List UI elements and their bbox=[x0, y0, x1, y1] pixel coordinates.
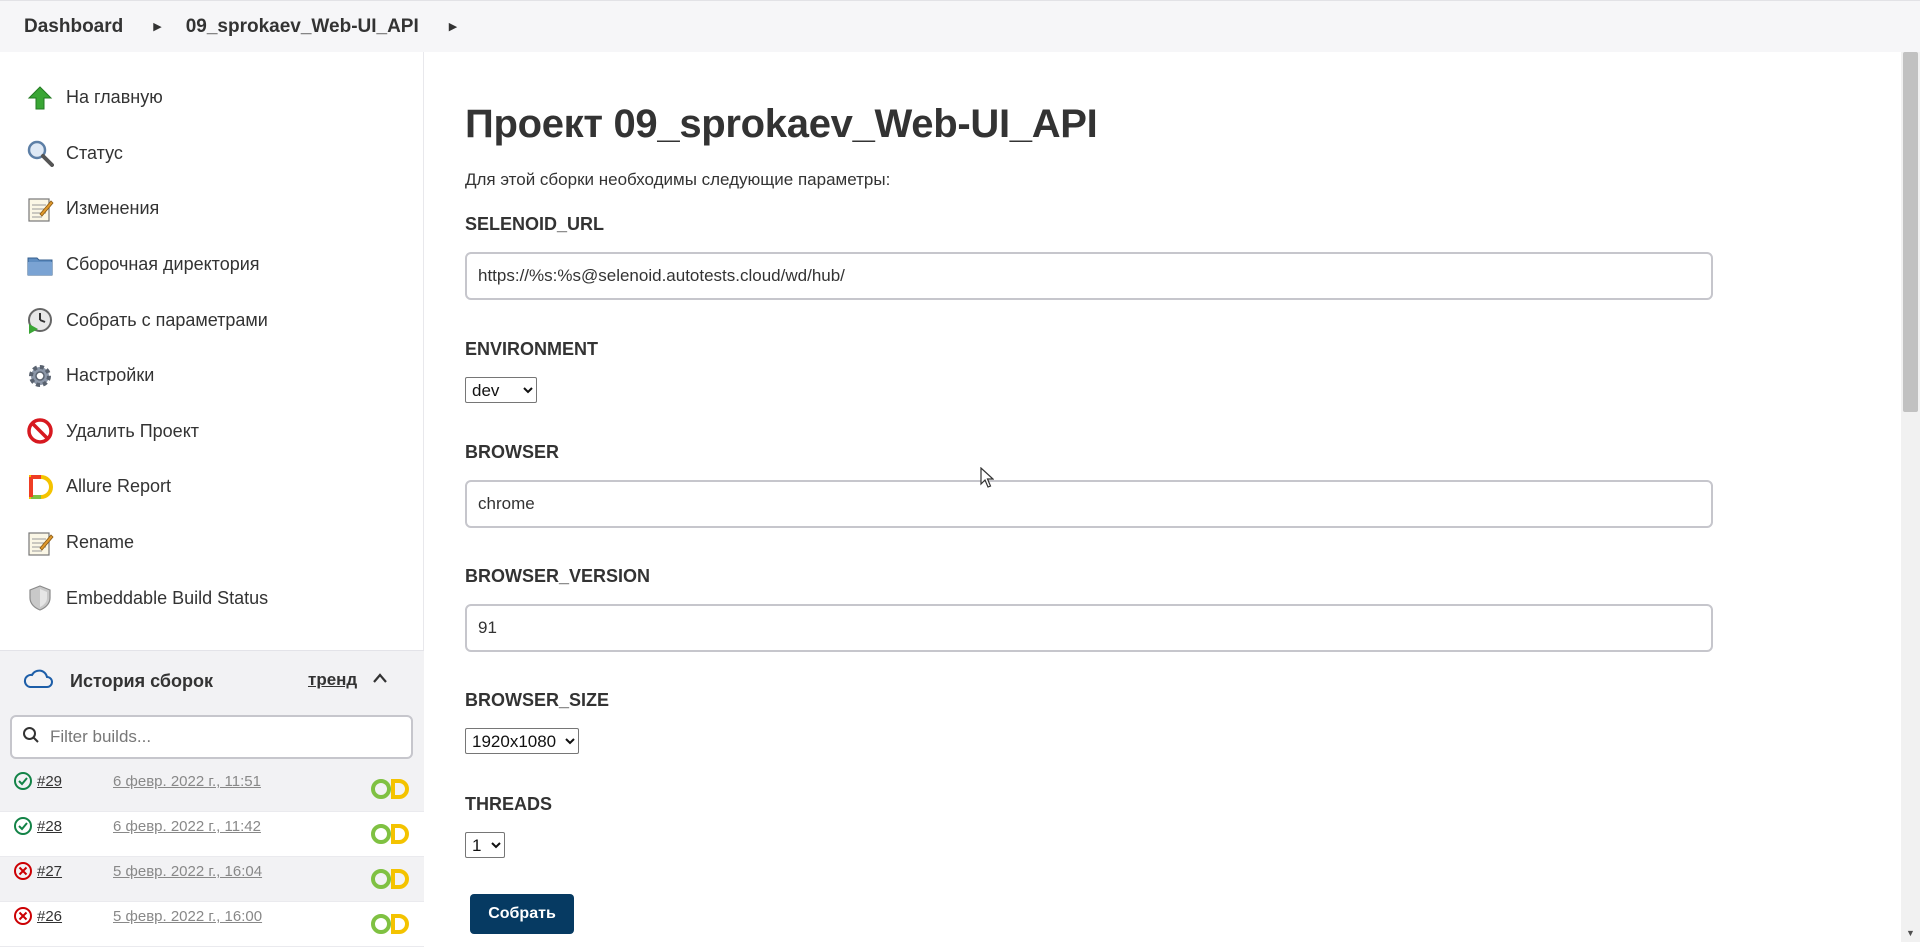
sidebar-item-build-with-params[interactable]: Собрать с параметрами bbox=[0, 292, 423, 348]
build-row: #28 6 февр. 2022 г., 11:42 bbox=[0, 812, 424, 857]
sidebar-item-label: Allure Report bbox=[66, 476, 172, 497]
scroll-down-arrow-icon[interactable]: ▼ bbox=[1906, 928, 1915, 938]
sidebar-item-changes[interactable]: Изменения bbox=[0, 181, 423, 237]
trend-link[interactable]: тренд bbox=[308, 670, 357, 690]
build-number-link[interactable]: #29 bbox=[37, 773, 62, 790]
sidebar-item-label: Настройки bbox=[66, 365, 155, 386]
search-icon bbox=[22, 726, 40, 749]
param-label-selenoid-url: SELENOID_URL bbox=[465, 214, 605, 234]
build-history-title: История сборок bbox=[70, 670, 213, 691]
sidebar-item-workspace[interactable]: Сборочная директория bbox=[0, 237, 423, 293]
build-number-link[interactable]: #28 bbox=[37, 818, 62, 835]
no-entry-icon bbox=[26, 417, 54, 445]
build-date-link[interactable]: 6 февр. 2022 г., 11:42 bbox=[113, 818, 261, 835]
threads-select[interactable]: 1 bbox=[465, 832, 505, 858]
build-history: История сборок тренд #29 6 февр. 2022 г.… bbox=[0, 650, 424, 947]
success-icon bbox=[13, 816, 33, 836]
sidebar-item-label: На главную bbox=[66, 87, 163, 108]
sidebar-item-label: Статус bbox=[66, 142, 123, 163]
build-number-link[interactable]: #27 bbox=[37, 863, 62, 880]
build-date-link[interactable]: 5 февр. 2022 г., 16:04 bbox=[113, 863, 262, 880]
sidebar-item-home[interactable]: На главную bbox=[0, 70, 423, 126]
breadcrumb: Dashboard ▶ 09_sprokaev_Web-UI_API ▶ bbox=[0, 0, 1920, 52]
allure-report-icon[interactable] bbox=[370, 867, 410, 891]
params-intro: Для этой сборки необходимы следующие пар… bbox=[465, 170, 891, 189]
filter-builds bbox=[10, 715, 413, 759]
up-arrow-icon bbox=[26, 84, 54, 112]
sidebar-item-status[interactable]: Статус bbox=[0, 126, 423, 182]
page-scrollbar[interactable]: ▼ bbox=[1901, 52, 1920, 942]
filter-builds-input[interactable] bbox=[48, 726, 388, 748]
allure-report-icon[interactable] bbox=[370, 822, 410, 846]
sidebar-item-settings[interactable]: Настройки bbox=[0, 348, 423, 404]
breadcrumb-project[interactable]: 09_sprokaev_Web-UI_API bbox=[186, 16, 419, 38]
browser-version-input[interactable] bbox=[465, 604, 1713, 652]
environment-select[interactable]: dev bbox=[465, 377, 537, 403]
success-icon bbox=[13, 771, 33, 791]
sidebar: На главную Статус Изменения Сборочная ди… bbox=[0, 52, 424, 947]
sidebar-item-embeddable-build-status[interactable]: Embeddable Build Status bbox=[0, 570, 423, 626]
failed-icon bbox=[13, 861, 33, 881]
chevron-right-icon[interactable]: ▶ bbox=[449, 20, 457, 33]
build-list: #29 6 февр. 2022 г., 11:51 #28 6 февр. 2… bbox=[0, 767, 424, 947]
cloud-icon bbox=[22, 668, 54, 695]
folder-icon bbox=[26, 251, 54, 279]
task-list: На главную Статус Изменения Сборочная ди… bbox=[0, 52, 423, 626]
notepad-icon bbox=[26, 195, 54, 223]
build-row: #26 5 февр. 2022 г., 16:00 bbox=[0, 902, 424, 947]
failed-icon bbox=[13, 906, 33, 926]
build-number-link[interactable]: #26 bbox=[37, 908, 62, 925]
chevron-right-icon[interactable]: ▶ bbox=[153, 20, 161, 33]
param-label-threads: THREADS bbox=[465, 794, 553, 814]
notepad-icon bbox=[26, 529, 54, 557]
shield-icon bbox=[26, 584, 54, 612]
page-title: Проект 09_sprokaev_Web-UI_API bbox=[465, 102, 1098, 146]
sidebar-item-delete-project[interactable]: Удалить Проект bbox=[0, 404, 423, 460]
sidebar-item-label: Изменения bbox=[66, 198, 160, 219]
sidebar-item-label: Удалить Проект bbox=[66, 420, 200, 441]
build-history-header: История сборок тренд bbox=[0, 651, 424, 711]
selenoid-url-input[interactable] bbox=[465, 252, 1713, 300]
param-label-browser-size: BROWSER_SIZE bbox=[465, 690, 610, 710]
build-date-link[interactable]: 5 февр. 2022 г., 16:00 bbox=[113, 908, 262, 925]
allure-report-icon[interactable] bbox=[370, 912, 410, 936]
sidebar-item-label: Собрать с параметрами bbox=[66, 309, 268, 330]
param-label-browser: BROWSER bbox=[465, 442, 559, 462]
chevron-up-icon[interactable] bbox=[372, 671, 388, 689]
sidebar-item-label: Rename bbox=[66, 532, 135, 553]
browser-size-select[interactable]: 1920x1080 bbox=[465, 728, 579, 754]
browser-input[interactable] bbox=[465, 480, 1713, 528]
param-label-environment: ENVIRONMENT bbox=[465, 339, 599, 359]
gear-icon bbox=[26, 362, 54, 390]
magnifier-icon bbox=[26, 139, 54, 168]
clock-play-icon bbox=[26, 306, 54, 335]
scrollbar-thumb[interactable] bbox=[1903, 52, 1918, 412]
mouse-cursor-icon bbox=[980, 467, 994, 488]
sidebar-item-label: Сборочная директория bbox=[66, 254, 260, 275]
breadcrumb-dashboard[interactable]: Dashboard bbox=[24, 16, 123, 38]
allure-icon bbox=[26, 473, 54, 501]
param-label-browser-version: BROWSER_VERSION bbox=[465, 566, 651, 586]
sidebar-item-rename[interactable]: Rename bbox=[0, 515, 423, 571]
build-date-link[interactable]: 6 февр. 2022 г., 11:51 bbox=[113, 773, 261, 790]
sidebar-item-allure-report[interactable]: Allure Report bbox=[0, 459, 423, 515]
build-button[interactable]: Собрать bbox=[470, 894, 574, 934]
build-row: #29 6 февр. 2022 г., 11:51 bbox=[0, 767, 424, 812]
allure-report-icon[interactable] bbox=[370, 777, 410, 801]
sidebar-item-label: Embeddable Build Status bbox=[66, 587, 269, 608]
build-row: #27 5 февр. 2022 г., 16:04 bbox=[0, 857, 424, 902]
